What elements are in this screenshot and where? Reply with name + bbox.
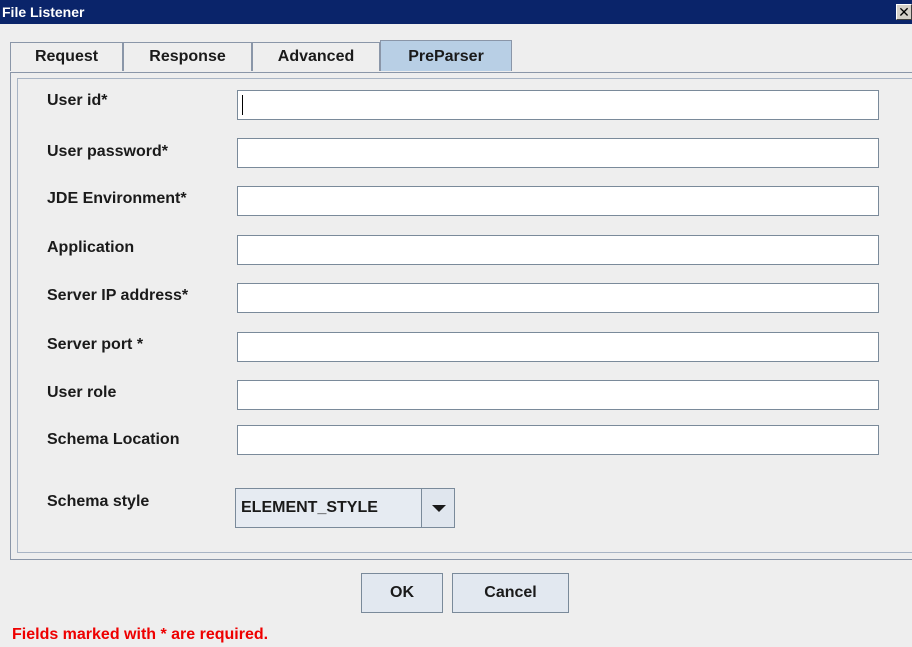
text-caret (242, 95, 243, 115)
user-password-label: User password* (47, 143, 168, 160)
cancel-button[interactable]: Cancel (452, 573, 569, 613)
user-role-label: User role (47, 384, 117, 401)
tab-strip: Request Response Advanced PreParser (10, 40, 912, 73)
file-listener-dialog: File Listener ✕ Request Response Advance… (0, 0, 912, 647)
schema-location-field[interactable] (237, 425, 879, 455)
user-password-field[interactable] (237, 138, 879, 168)
schema-style-dropdown[interactable]: ELEMENT_STYLE (235, 488, 455, 528)
user-id-field[interactable] (237, 90, 879, 120)
tab-advanced[interactable]: Advanced (252, 42, 380, 71)
tab-preparser[interactable]: PreParser (380, 40, 512, 71)
server-port-label: Server port * (47, 336, 144, 353)
user-id-label: User id* (47, 92, 108, 109)
chevron-down-icon[interactable] (421, 489, 454, 527)
title-bar: File Listener ✕ (0, 0, 912, 24)
server-ip-address-field[interactable] (237, 283, 879, 313)
jde-environment-label: JDE Environment* (47, 190, 187, 207)
application-field[interactable] (237, 235, 879, 265)
close-icon[interactable]: ✕ (896, 4, 912, 20)
schema-location-label: Schema Location (47, 431, 180, 448)
schema-style-selected: ELEMENT_STYLE (241, 499, 378, 516)
application-label: Application (47, 239, 135, 256)
ok-button[interactable]: OK (361, 573, 443, 613)
schema-style-label: Schema style (47, 493, 150, 510)
required-fields-note: Fields marked with * are required. (12, 626, 269, 643)
tab-request[interactable]: Request (10, 42, 123, 71)
jde-environment-field[interactable] (237, 186, 879, 216)
user-role-field[interactable] (237, 380, 879, 410)
server-ip-address-label: Server IP address* (47, 287, 189, 304)
tab-response[interactable]: Response (123, 42, 252, 71)
server-port-field[interactable] (237, 332, 879, 362)
window-title: File Listener (2, 4, 85, 20)
